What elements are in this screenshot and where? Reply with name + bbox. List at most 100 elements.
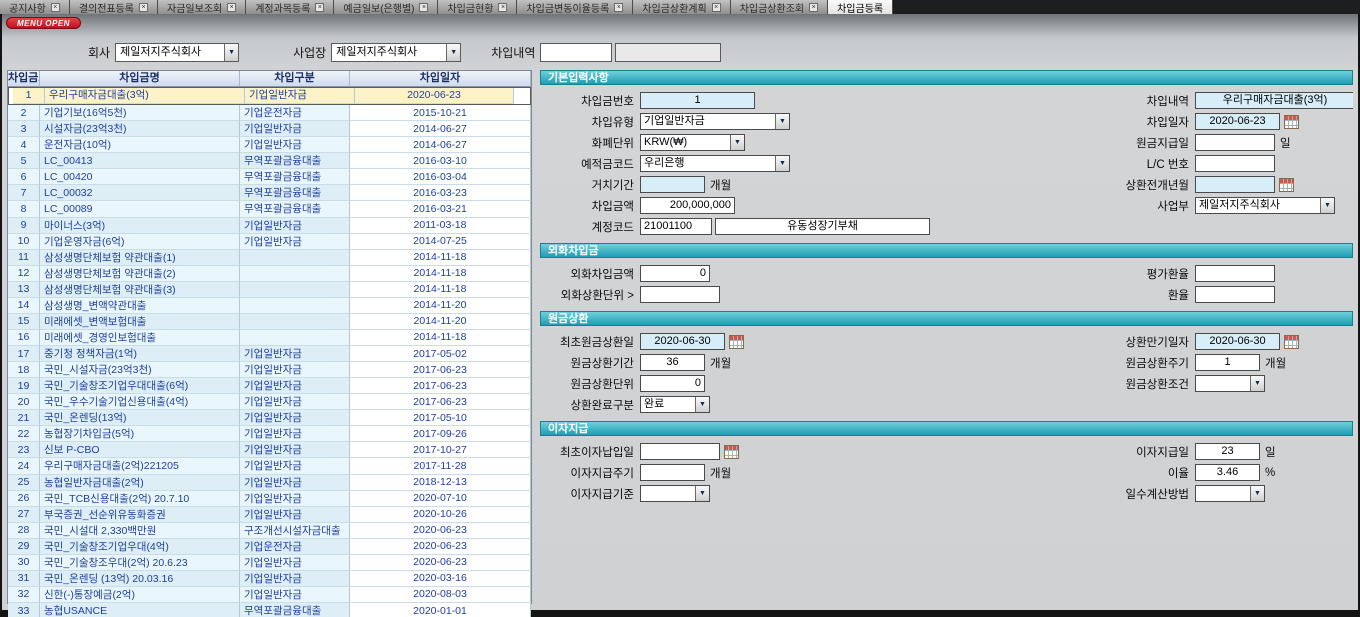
table-row[interactable]: 32신한(-)통장예금(2억)기업일반자금2020-08-03 [8,587,531,603]
table-row[interactable]: 16미래에셋_경영인보험대출2014-11-18 [8,330,531,346]
column-header[interactable]: 차입금코드 [8,71,40,87]
chevron-down-icon[interactable]: ▼ [730,135,744,150]
table-row[interactable]: 27부국증권_선순위유동화증권기업일반자금2020-10-26 [8,507,531,523]
tab-close-icon[interactable]: × [227,3,236,12]
field-select[interactable]: 완료▼ [640,396,710,413]
table-row[interactable]: 5LC_00413무역포괄금융대출2016-03-10 [8,153,531,169]
field-select[interactable]: 우리은행▼ [640,155,790,172]
field-select[interactable]: 제일저지주식회사▼ [1195,197,1335,214]
table-row[interactable]: 17중기청 정책자금(1억)기업일반자금2017-05-02 [8,346,531,362]
table-row[interactable]: 12삼성생명단체보험 약관대출(2)2014-11-18 [8,266,531,282]
table-row[interactable]: 33농협USANCE무역포괄금융대출2020-01-01 [8,603,531,617]
field-input[interactable]: 유동성장기부채 [715,218,930,235]
tab-자금일보조회[interactable]: 자금일보조회× [158,0,246,14]
table-row[interactable]: 30국민_기술창조우대(2억) 20.6.23기업일반자금2020-06-23 [8,555,531,571]
tab-close-icon[interactable]: × [712,3,721,12]
table-row[interactable]: 22농협장기차입금(5억)기업일반자금2017-09-26 [8,426,531,442]
tab-close-icon[interactable]: × [51,3,60,12]
table-row[interactable]: 29국민_기술창조기업우대(4억)기업운전자금2020-06-23 [8,539,531,555]
field-input[interactable] [640,464,705,481]
table-row[interactable]: 21국민_온렌딩(13억)기업일반자금2017-05-10 [8,410,531,426]
table-row[interactable]: 10기업운영자금(6억)기업일반자금2014-07-25 [8,234,531,250]
chevron-down-icon[interactable]: ▼ [775,156,789,171]
field-input[interactable] [640,176,705,193]
chevron-down-icon[interactable]: ▼ [446,44,460,61]
tab-차입금등록[interactable]: 차입금등록 [828,0,893,14]
tab-예금일보(은행별)[interactable]: 예금일보(은행별)× [334,0,438,14]
loan-desc-input-2[interactable] [615,43,721,62]
field-input[interactable]: 3.46 [1195,464,1260,481]
calendar-icon[interactable] [1284,115,1299,129]
field-input[interactable] [1195,176,1275,193]
field-input[interactable] [1195,286,1275,303]
table-row[interactable]: 26국민_TCB신용대출(2억) 20.7.10기업일반자금2020-07-10 [8,491,531,507]
field-select[interactable]: KRW(₩)▼ [640,134,745,151]
tab-close-icon[interactable]: × [419,3,428,12]
table-row[interactable]: 13삼성생명단체보험 약관대출(3)2014-11-18 [8,282,531,298]
field-input[interactable]: 2020-06-30 [640,333,725,350]
tab-차입금변동이율등록[interactable]: 차입금변동이율등록× [517,0,633,14]
calendar-icon[interactable] [1284,335,1299,349]
loan-desc-input-1[interactable] [540,43,612,62]
field-input[interactable] [640,443,720,460]
table-row[interactable]: 2기업기보(16억5천)기업운전자금2015-10-21 [8,105,531,121]
field-input[interactable]: 0 [640,375,705,392]
chevron-down-icon[interactable]: ▼ [775,114,789,129]
chevron-down-icon[interactable]: ▼ [1320,198,1334,213]
tab-계정과목등록[interactable]: 계정과목등록× [246,0,334,14]
calendar-icon[interactable] [724,445,739,459]
table-row[interactable]: 28국민_시설대 2,330백만원구조개선시설자금대출2020-06-23 [8,523,531,539]
field-input[interactable]: 0 [640,265,710,282]
field-input[interactable] [1195,155,1275,172]
chevron-down-icon[interactable]: ▼ [1250,486,1264,501]
calendar-icon[interactable] [1279,178,1294,192]
field-input[interactable]: 2020-06-23 [1195,113,1280,130]
tab-close-icon[interactable]: × [614,3,623,12]
table-row[interactable]: 4운전자금(10억)기업일반자금2014-06-27 [8,137,531,153]
chevron-down-icon[interactable]: ▼ [224,44,238,61]
field-select[interactable]: ▼ [640,485,710,502]
field-input[interactable]: 우리구매자금대출(3억) [1195,92,1353,109]
tab-close-icon[interactable]: × [498,3,507,12]
chevron-down-icon[interactable]: ▼ [695,397,709,412]
tab-차입금현황[interactable]: 차입금현황× [438,0,517,14]
site-select[interactable]: 제일저지주식회사 ▼ [331,43,461,62]
table-row[interactable]: 11삼성생명단체보험 약관대출(1)2014-11-18 [8,250,531,266]
field-input[interactable]: 36 [640,354,705,371]
table-row[interactable]: 8LC_00089무역포괄금융대출2016-03-21 [8,201,531,217]
table-row[interactable]: 7LC_00032무역포괄금융대출2016-03-23 [8,185,531,201]
tab-공지사항[interactable]: 공지사항× [0,0,70,14]
field-input[interactable] [1195,134,1275,151]
field-input[interactable]: 2020-06-30 [1195,333,1280,350]
field-input[interactable] [1195,265,1275,282]
field-input[interactable]: 23 [1195,443,1260,460]
field-input[interactable]: 1 [640,92,755,109]
table-row[interactable]: 23신보 P-CBO기업일반자금2017-10-27 [8,442,531,458]
field-select[interactable]: ▼ [1195,485,1265,502]
field-select[interactable]: ▼ [1195,375,1265,392]
tab-결의전표등록[interactable]: 결의전표등록× [70,0,158,14]
field-input[interactable]: 200,000,000 [640,197,735,214]
table-row[interactable]: 18국민_시설자금(23억3천)기업일반자금2017-06-23 [8,362,531,378]
table-row[interactable]: 31국민_온렌딩 (13억) 20.03.16기업일반자금2020-03-16 [8,571,531,587]
table-row[interactable]: 24우리구매자금대출(2억)221205기업일반자금2017-11-28 [8,458,531,474]
table-row[interactable]: 1우리구매자금대출(3억)기업일반자금2020-06-23 [8,87,531,105]
tab-차입금상환계획[interactable]: 차입금상환계획× [633,0,730,14]
chevron-down-icon[interactable]: ▼ [1250,376,1264,391]
field-input[interactable]: 21001100 [640,218,712,235]
column-header[interactable]: 차입구분 [240,71,350,87]
tab-close-icon[interactable]: × [315,3,324,12]
company-select[interactable]: 제일저지주식회사 ▼ [115,43,239,62]
field-input[interactable] [640,286,720,303]
table-row[interactable]: 25농협일반자금대출(2억)기업일반자금2018-12-13 [8,475,531,491]
table-row[interactable]: 6LC_00420무역포괄금융대출2016-03-04 [8,169,531,185]
field-input[interactable]: 1 [1195,354,1260,371]
calendar-icon[interactable] [729,335,744,349]
tab-차입금상환조회[interactable]: 차입금상환조회× [731,0,828,14]
tab-close-icon[interactable]: × [809,3,818,12]
table-row[interactable]: 20국민_우수기술기업신용대출(4억)기업일반자금2017-06-23 [8,394,531,410]
table-row[interactable]: 15미래에셋_변액보험대출2014-11-20 [8,314,531,330]
field-select[interactable]: 기업일반자금▼ [640,113,790,130]
tab-close-icon[interactable]: × [139,3,148,12]
table-row[interactable]: 19국민_기술창조기업우대대출(6억)기업일반자금2017-06-23 [8,378,531,394]
